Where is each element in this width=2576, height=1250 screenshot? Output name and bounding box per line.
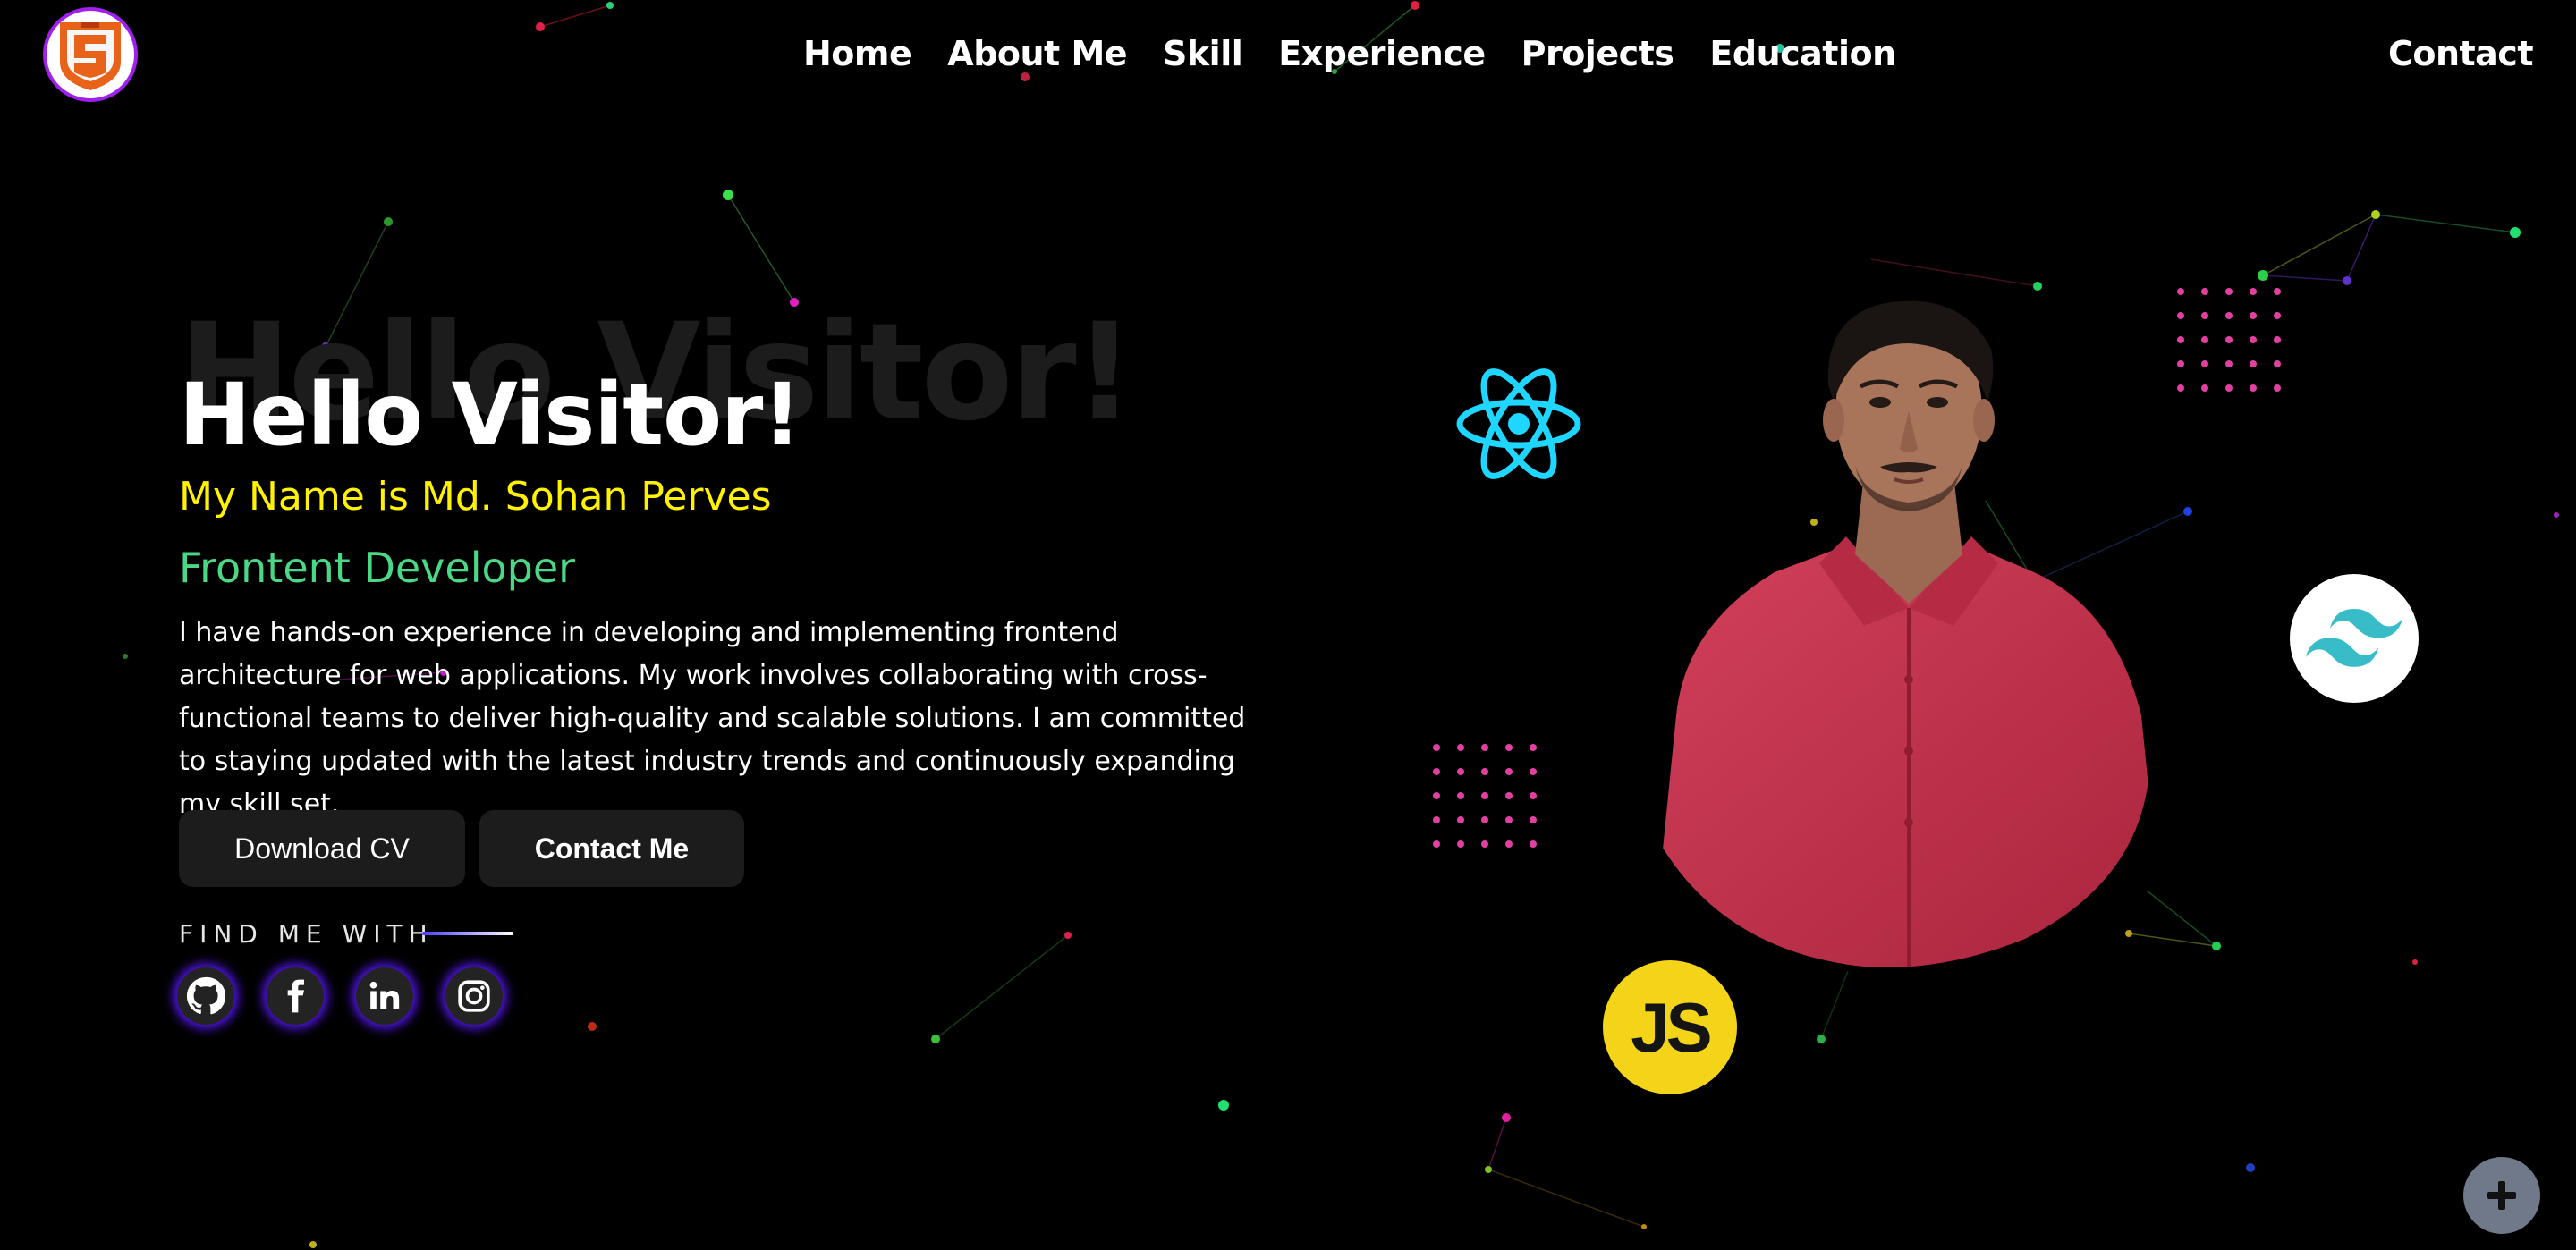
profile-portrait [1640,250,2150,975]
instagram-link[interactable] [445,967,503,1025]
facebook-icon [287,979,304,1013]
javascript-icon: JS [1603,960,1737,1094]
tailwind-badge [2290,574,2419,703]
floating-action-button[interactable] [2463,1157,2540,1234]
react-badge [1456,368,1581,479]
nav-skill[interactable]: Skill [1163,34,1243,73]
nav-about-me[interactable]: About Me [947,34,1127,73]
find-me-divider [422,932,513,935]
instagram-icon [458,980,490,1012]
github-icon [186,976,225,1015]
download-cv-button[interactable]: Download CV [179,810,465,887]
portfolio-page: Home About Me Skill Experience Projects … [0,0,2576,1250]
nav-projects[interactable]: Projects [1521,34,1674,73]
nav-home[interactable]: Home [803,34,912,73]
portrait-illustration [1649,300,2150,967]
nav-education[interactable]: Education [1709,34,1896,73]
facebook-link[interactable] [267,967,324,1025]
tailwind-icon [2306,609,2402,667]
main-nav: Home About Me Skill Experience Projects … [803,34,1896,73]
hero-title: Hello Visitor! [179,365,801,465]
site-logo[interactable] [43,7,138,102]
find-me-label: FIND ME WITH [179,919,434,949]
github-link[interactable] [177,967,234,1025]
react-icon [1456,368,1581,479]
dot-grid-bottom [1433,744,1537,848]
contact-me-button[interactable]: Contact Me [479,810,744,887]
linkedin-icon [369,981,400,1010]
brand-shield-logo [60,22,121,90]
linkedin-link[interactable] [356,967,413,1025]
hero-name-line: My Name is Md. Sohan Perves [179,474,772,519]
hero-description: I have hands-on experience in developing… [179,617,1246,820]
nav-contact[interactable]: Contact [2388,34,2534,73]
plus-icon [2487,1181,2516,1210]
dot-grid-top [2177,288,2281,392]
hero-role: Frontent Developer [179,544,576,592]
nav-experience[interactable]: Experience [1278,34,1486,73]
